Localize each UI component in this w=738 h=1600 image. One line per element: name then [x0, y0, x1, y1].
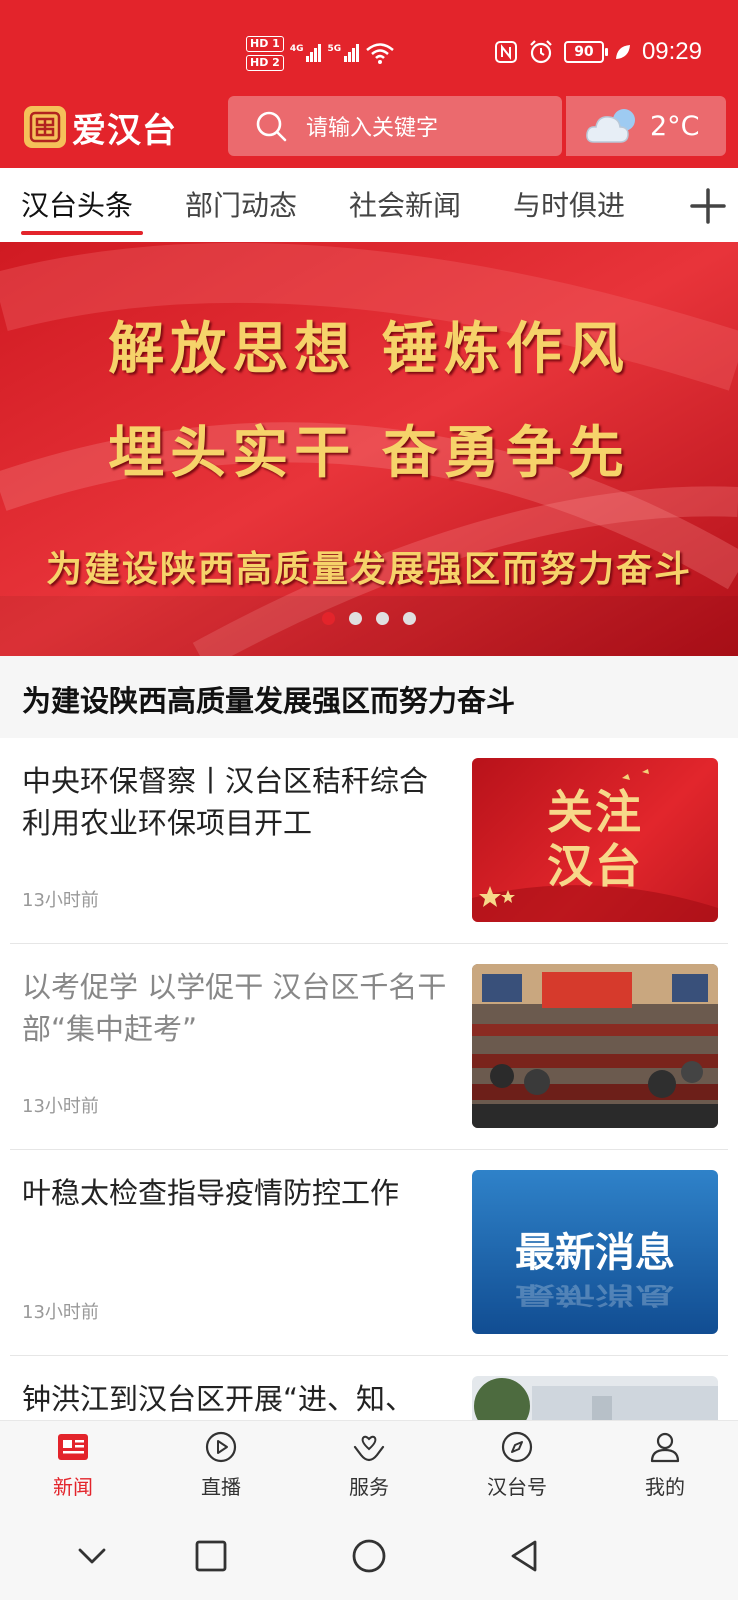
nav-hantai-account-label: 汉台号	[487, 1475, 547, 1499]
banner-slogan-line1: 解放思想 锤炼作风	[108, 316, 630, 382]
news-thumbnail	[472, 964, 718, 1128]
sim2-hd-badge: HD 2	[246, 54, 284, 71]
news-title: 叶稳太检查指导疫情防控工作	[22, 1176, 400, 1210]
system-indicators: 90 09:29	[494, 34, 702, 70]
nav-live-label: 直播	[201, 1475, 241, 1499]
leaf-icon	[615, 45, 630, 59]
status-bar: HD 1 HD 2 4G 5G 90 09:29	[0, 0, 738, 96]
play-circle-icon	[205, 1431, 237, 1463]
app-logo[interactable]: 爱汉台	[24, 104, 177, 151]
hero-banner[interactable]: 解放思想 锤炼作风 埋头实干 奋勇争先 为建设陕西高质量发展强区而努力奋斗	[0, 242, 738, 656]
news-time: 13小时前	[22, 890, 99, 911]
user-icon	[650, 1432, 680, 1463]
thumbnail-text-reflection: 最新消息	[515, 1280, 675, 1309]
clock: 09:29	[641, 38, 702, 65]
nav-mine[interactable]: 我的	[605, 1429, 725, 1500]
home-icon[interactable]	[347, 1534, 391, 1578]
banner-slogan-line3: 为建设陕西高质量发展强区而努力奋斗	[45, 548, 692, 590]
signal-4g-icon: 4G	[290, 44, 322, 62]
thumbnail-text: 最新消息	[515, 1230, 675, 1276]
system-navigation-bar	[0, 1512, 738, 1600]
alarm-icon	[530, 40, 552, 64]
network-indicators: HD 1 HD 2 4G 5G	[246, 30, 395, 76]
back-icon[interactable]	[503, 1534, 547, 1578]
nav-service-label: 服务	[349, 1475, 389, 1499]
news-thumbnail: 关注 汉台	[472, 758, 718, 922]
news-time: 13小时前	[22, 1096, 99, 1117]
app-name: 爱汉台	[72, 110, 177, 151]
cloudy-weather-icon	[586, 109, 635, 143]
compass-icon	[501, 1431, 533, 1463]
nav-service[interactable]: 服务	[309, 1429, 429, 1500]
thumbnail-text-line2: 汉台	[547, 839, 643, 893]
news-thumbnail: 最新消息 最新消息	[472, 1170, 718, 1334]
news-item[interactable]: 中央环保督察丨汉台区秸秆综合利用农业环保项目开工 13小时前 关注 汉台	[0, 738, 738, 944]
search-placeholder: 请输入关键字	[306, 116, 439, 141]
battery-indicator: 90	[563, 41, 608, 63]
weather-widget[interactable]: 2°C	[566, 96, 726, 156]
banner-caption-text: 为建设陕西高质量发展强区而努力奋斗	[22, 684, 516, 718]
tab-department-news[interactable]: 部门动态	[185, 184, 297, 224]
carousel-dots	[0, 612, 738, 625]
news-title: 中央环保督察丨汉台区秸秆综合利用农业环保项目开工	[22, 764, 429, 840]
logo-emblem-icon	[24, 106, 66, 148]
heart-hands-icon	[353, 1435, 385, 1462]
nav-mine-label: 我的	[645, 1475, 685, 1499]
search-icon	[256, 111, 287, 142]
carousel-dot-1[interactable]	[322, 612, 335, 625]
bottom-navigation: 新闻 直播 服务 汉台号 我的	[0, 1420, 738, 1512]
chevron-down-icon[interactable]	[70, 1534, 114, 1578]
banner-caption[interactable]: 为建设陕西高质量发展强区而努力奋斗	[0, 656, 738, 738]
nav-news[interactable]: 新闻	[13, 1429, 133, 1500]
app-bar: 爱汉台 请输入关键字 2°C	[0, 96, 738, 168]
nfc-icon	[494, 41, 517, 63]
banner-slogan-line2: 埋头实干 奋勇争先	[108, 420, 630, 486]
tab-keep-pace[interactable]: 与时俱进	[513, 184, 625, 224]
carousel-dot-2[interactable]	[349, 612, 362, 625]
news-item[interactable]: 叶稳太检查指导疫情防控工作 13小时前 最新消息 最新消息	[0, 1150, 738, 1356]
sim1-hd-badge: HD 1	[246, 35, 284, 52]
carousel-dot-3[interactable]	[376, 612, 389, 625]
signal-5g-icon: 5G	[327, 44, 360, 62]
tab-hantai-headlines[interactable]: 汉台头条	[21, 184, 133, 224]
nav-news-label: 新闻	[53, 1475, 93, 1499]
category-tabs: 汉台头条 部门动态 社会新闻 与时俱进	[0, 168, 738, 242]
carousel-dot-4[interactable]	[403, 612, 416, 625]
news-title: 以考促学 以学促干 汉台区千名干部“集中赶考”	[22, 970, 447, 1046]
news-title: 钟洪江到汉台区开展“进、知、	[22, 1382, 415, 1416]
news-item[interactable]: 以考促学 以学促干 汉台区千名干部“集中赶考” 13小时前	[0, 944, 738, 1150]
news-icon	[58, 1434, 88, 1460]
search-bar[interactable]: 请输入关键字	[228, 96, 562, 156]
app-header: HD 1 HD 2 4G 5G 90 09:29 爱汉台 请输入关键字 2°C	[0, 0, 738, 168]
wifi-icon	[366, 43, 394, 64]
active-tab-indicator	[21, 231, 143, 235]
nav-hantai-account[interactable]: 汉台号	[457, 1429, 577, 1500]
news-time: 13小时前	[22, 1302, 99, 1323]
nav-live[interactable]: 直播	[161, 1429, 281, 1500]
tab-social-news[interactable]: 社会新闻	[349, 184, 461, 224]
recent-apps-icon[interactable]	[189, 1534, 233, 1578]
add-channel-icon[interactable]	[688, 186, 728, 226]
temperature: 2°C	[650, 110, 700, 142]
